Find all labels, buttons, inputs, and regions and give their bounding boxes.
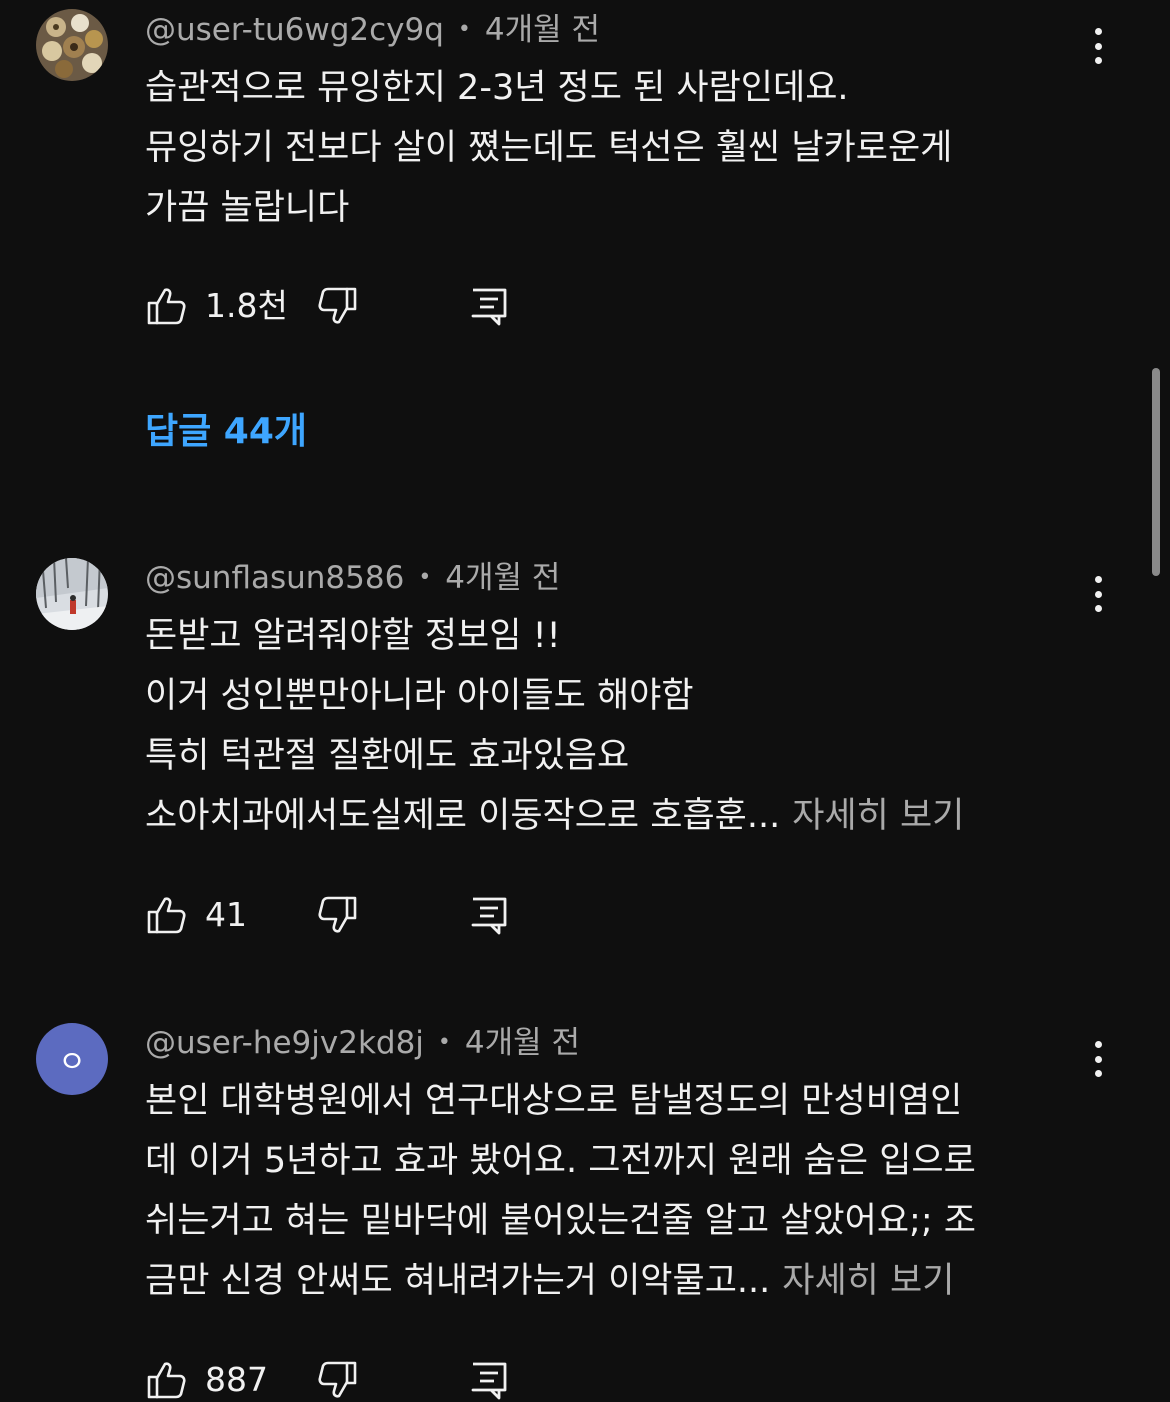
comment-text: 본인 대학병원에서 연구대상으로 탐낼정도의 만성비염인 데 이거 5년하고 효…	[145, 1071, 1085, 1311]
more-vert-icon[interactable]	[1082, 574, 1114, 614]
comment-line: 돈받고 알려줘야할 정보임 !!	[145, 616, 561, 656]
comment-line: 습관적으로 뮤잉한지 2-3년 정도 된 사람인데요.	[145, 68, 849, 108]
comment-text: 습관적으로 뮤잉한지 2-3년 정도 된 사람인데요. 뮤잉하기 전보다 살이 …	[145, 58, 1085, 238]
read-more-link[interactable]: 자세히 보기	[792, 796, 964, 836]
more-vert-icon[interactable]	[1082, 26, 1114, 66]
reply-icon[interactable]	[467, 284, 511, 328]
like-count: 887	[205, 1360, 268, 1399]
comment-actions: 1.8천	[145, 284, 545, 328]
thumbs-up-icon[interactable]	[145, 893, 189, 937]
comment-line: 이거 성인뿐만아니라 아이들도 해야함	[145, 676, 694, 716]
comment-text: 돈받고 알려줘야할 정보임 !! 이거 성인뿐만아니라 아이들도 해야함 특히 …	[145, 606, 1085, 846]
read-more-link[interactable]: 자세히 보기	[782, 1261, 954, 1301]
meta-separator: •	[457, 17, 471, 42]
comment-meta: @user-he9jv2kd8j • 4개월 전	[145, 1023, 580, 1063]
comment-line-text: 소아치과에서도실제로 이동작으로 호흡훈...	[145, 796, 781, 836]
comment-line: 가끔 놀랍니다	[145, 188, 350, 228]
like-count: 41	[205, 895, 247, 934]
comment-meta: @user-tu6wg2cy9q • 4개월 전	[145, 10, 600, 50]
comment-author[interactable]: @sunflasun8586	[145, 560, 404, 596]
comment-actions: 41	[145, 893, 545, 937]
thumbs-up-icon[interactable]	[145, 284, 189, 328]
comment-line-text: 금만 신경 안써도 혀내려가는거 이악물고...	[145, 1261, 771, 1301]
avatar[interactable]	[36, 558, 108, 630]
comment-line: 쉬는거고 혀는 밑바닥에 붙어있는건줄 알고 살았어요;; 조	[145, 1201, 976, 1241]
comment-author[interactable]: @user-tu6wg2cy9q	[145, 12, 444, 48]
replies-button[interactable]: 답글 44개	[145, 408, 307, 456]
thumbs-up-icon[interactable]	[145, 1358, 189, 1402]
comment-author[interactable]: @user-he9jv2kd8j	[145, 1025, 424, 1061]
comment-actions: 887	[145, 1358, 545, 1402]
thumbs-down-icon[interactable]	[315, 284, 359, 328]
comment-line: 데 이거 5년하고 효과 봤어요. 그전까지 원래 숨은 입으로	[145, 1141, 976, 1181]
more-vert-icon[interactable]	[1082, 1039, 1114, 1079]
avatar[interactable]	[36, 9, 108, 81]
avatar[interactable]: ㅇ	[36, 1023, 108, 1095]
comment-meta: @sunflasun8586 • 4개월 전	[145, 558, 560, 598]
reply-icon[interactable]	[467, 893, 511, 937]
reply-icon[interactable]	[467, 1358, 511, 1402]
comment-time: 4개월 전	[445, 560, 561, 596]
comment-line: 금만 신경 안써도 혀내려가는거 이악물고... 자세히 보기	[145, 1251, 1085, 1311]
meta-separator: •	[418, 565, 432, 590]
comment-line: 특히 턱관절 질환에도 효과있음요	[145, 736, 630, 776]
thumbs-down-icon[interactable]	[315, 893, 359, 937]
comment-time: 4개월 전	[464, 1025, 581, 1061]
comment-line: 본인 대학병원에서 연구대상으로 탐낼정도의 만성비염인	[145, 1081, 963, 1121]
meta-separator: •	[437, 1030, 451, 1055]
like-count: 1.8천	[205, 286, 288, 325]
thumbs-down-icon[interactable]	[315, 1358, 359, 1402]
comment-time: 4개월 전	[484, 12, 601, 48]
comment-line: 뮤잉하기 전보다 살이 쪘는데도 턱선은 훨씬 날카로운게	[145, 128, 953, 168]
comment-line: 소아치과에서도실제로 이동작으로 호흡훈... 자세히 보기	[145, 786, 1085, 846]
scrollbar-thumb[interactable]	[1152, 368, 1160, 576]
